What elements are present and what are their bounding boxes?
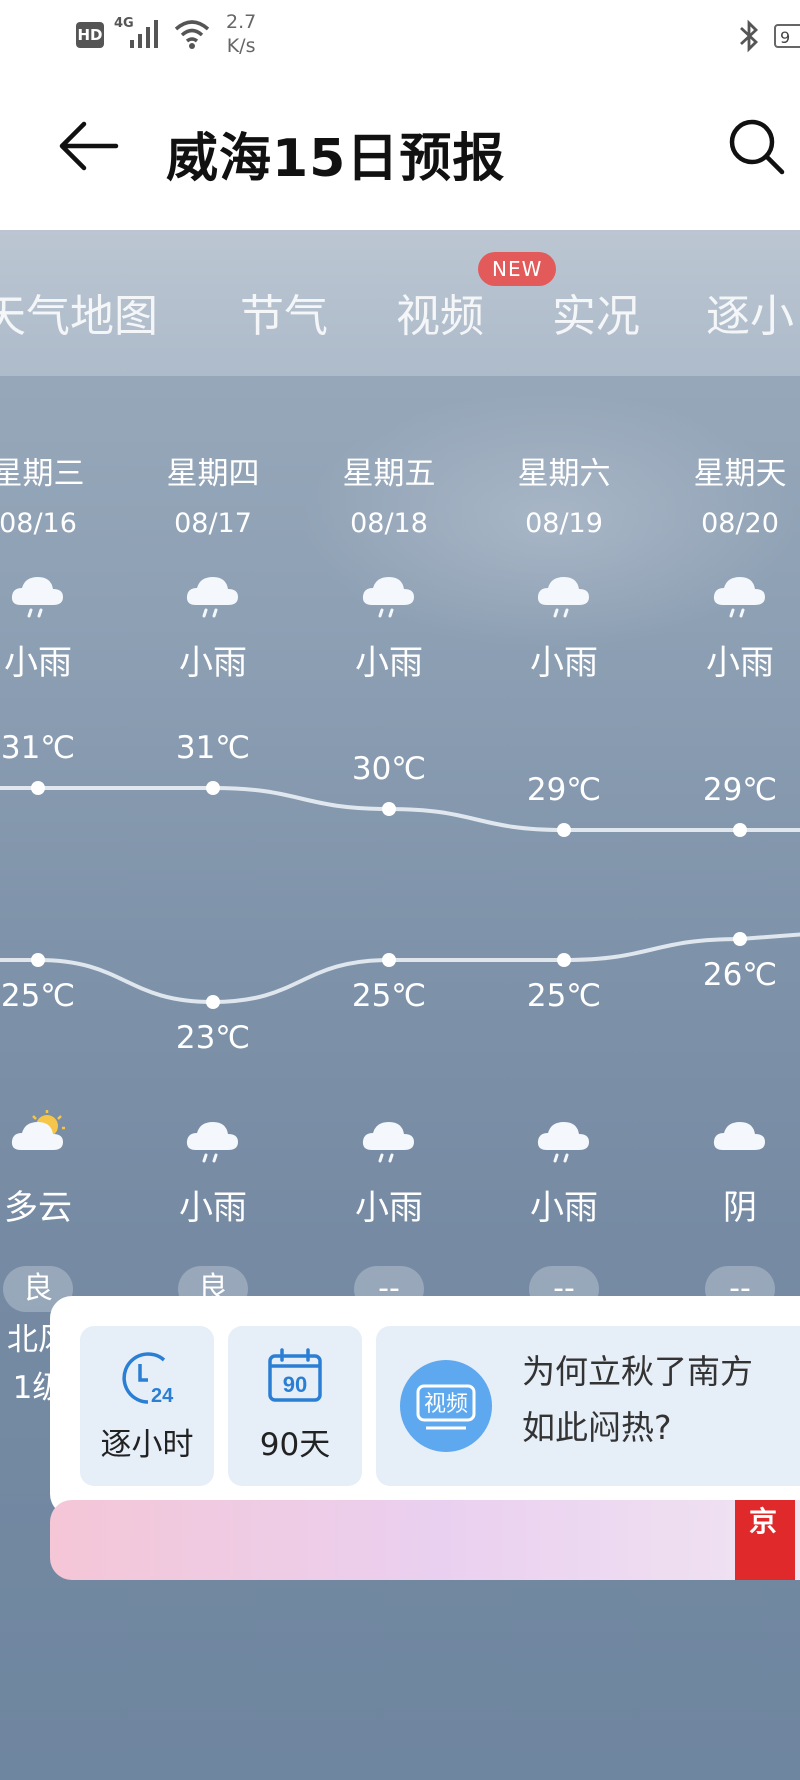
rain-cloud-icon (713, 577, 765, 618)
video-icon-label: 视频 (424, 1392, 468, 1417)
quick-links-card: 24 逐小时 90 90天 视频 为何立秋了南方 如此闷热? (50, 1296, 800, 1516)
hourly-label: 逐小时 (100, 1427, 194, 1463)
low-temp-label: 26℃ (702, 957, 778, 993)
battery-indicator: 9 (774, 24, 800, 48)
speed-value: 2.7 (226, 11, 257, 33)
partly-cloudy-icon (11, 1110, 65, 1150)
page-title: 威海15日预报 (166, 129, 506, 189)
rain-cloud-icon (11, 577, 63, 618)
low-temp-label: 25℃ (526, 978, 602, 1014)
status-bar: HD 4G 2.7 K/s 9 (0, 0, 800, 70)
night-condition: 小雨 (355, 1188, 423, 1228)
date-label: 08/18 (350, 508, 428, 539)
calendar-90-icon: 90 (268, 1348, 322, 1402)
rain-cloud-icon (362, 1122, 414, 1163)
app-header: 威海15日预报 (0, 70, 800, 230)
network-speed: 2.7 K/s (226, 10, 256, 58)
low-temp-label: 23℃ (175, 1020, 251, 1056)
day-condition: 小雨 (179, 643, 247, 683)
night-condition: 小雨 (179, 1188, 247, 1228)
overcast-cloud-icon (713, 1122, 765, 1150)
ninety-day-label: 90天 (259, 1427, 331, 1463)
speed-unit: K/s (226, 35, 256, 57)
forecast-day-column[interactable]: 星期天 08/20 小雨阴 (655, 230, 800, 1290)
night-condition: 小雨 (530, 1188, 598, 1228)
news-line-2: 如此闷热? (522, 1408, 672, 1447)
night-condition: 多云 (4, 1188, 72, 1228)
high-temp-label: 29℃ (526, 772, 602, 808)
cell-signal-icon (130, 20, 158, 48)
weekday-label: 星期四 (166, 456, 260, 492)
video-icon: 视频 (400, 1360, 492, 1452)
high-temp-label: 29℃ (702, 772, 778, 808)
weekday-label: 星期五 (342, 456, 436, 492)
date-label: 08/17 (174, 508, 252, 539)
news-headline[interactable]: 为何立秋了南方 如此闷热? (522, 1344, 753, 1456)
date-label: 08/20 (701, 508, 779, 539)
clock-icon-number: 24 (151, 1385, 174, 1406)
ad-banner[interactable] (50, 1500, 800, 1580)
clock-24-icon: 24 (122, 1352, 174, 1406)
rain-cloud-icon (186, 577, 238, 618)
rain-cloud-icon (537, 1122, 589, 1163)
high-temp-label: 31℃ (0, 730, 76, 766)
ninety-day-tile[interactable]: 90 90天 (228, 1326, 362, 1486)
bluetooth-icon (740, 19, 759, 53)
forecast-day-column[interactable]: 星期六 08/19 小雨 小雨 (479, 230, 649, 1290)
hourly-forecast-tile[interactable]: 24 逐小时 (80, 1326, 214, 1486)
night-condition: 阴 (723, 1188, 757, 1228)
day-condition: 小雨 (355, 643, 423, 683)
date-label: 08/19 (525, 508, 603, 539)
weekday-label: 星期天 (693, 456, 787, 492)
rain-cloud-icon (362, 577, 414, 618)
calendar-icon-number: 90 (283, 1372, 307, 1397)
jd-ad-badge[interactable]: 京 (735, 1500, 795, 1580)
search-icon[interactable] (724, 114, 788, 178)
date-label: 08/16 (0, 508, 77, 539)
hd-badge: HD (76, 22, 104, 48)
rain-cloud-icon (537, 577, 589, 618)
low-temp-label: 25℃ (351, 978, 427, 1014)
back-arrow-icon[interactable] (56, 114, 120, 178)
day-condition: 小雨 (530, 643, 598, 683)
news-line-1: 为何立秋了南方 (522, 1352, 753, 1391)
low-temp-label: 25℃ (0, 978, 76, 1014)
weekday-label: 星期三 (0, 456, 85, 492)
day-condition: 小雨 (4, 643, 72, 683)
rain-cloud-icon (186, 1122, 238, 1163)
high-temp-label: 30℃ (351, 751, 427, 787)
wifi-icon (174, 20, 210, 49)
day-condition: 小雨 (706, 643, 774, 683)
weekday-label: 星期六 (517, 456, 611, 492)
high-temp-label: 31℃ (175, 730, 251, 766)
